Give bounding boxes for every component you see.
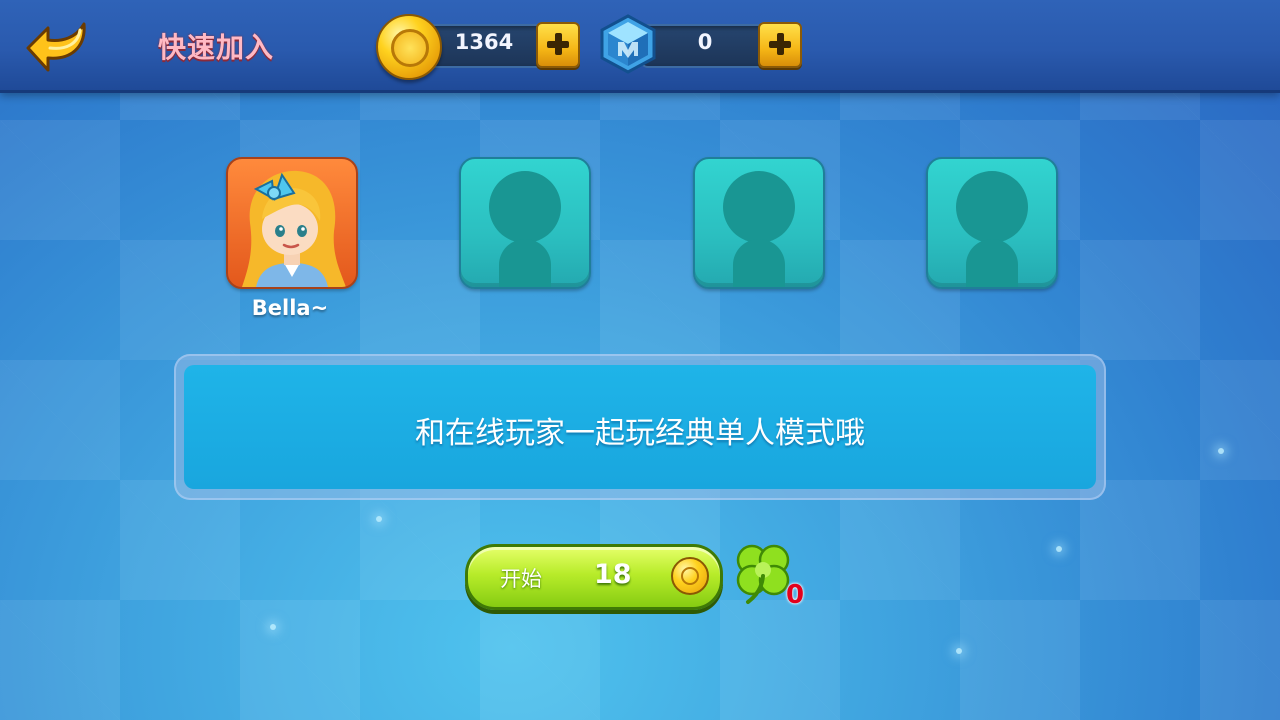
- user-silhouette-icon: [489, 171, 561, 243]
- page-title: 快速加入: [158, 31, 275, 64]
- add-gems-button[interactable]: [758, 22, 802, 68]
- player-avatar-slot[interactable]: [226, 157, 358, 289]
- back-arrow-icon: [26, 22, 86, 72]
- user-silhouette-body: [733, 239, 785, 287]
- mode-info-panel: 和在线玩家一起玩经典单人模式哦: [174, 354, 1106, 500]
- player-name: Bella~: [251, 296, 329, 320]
- back-button[interactable]: [26, 18, 92, 74]
- gold-coin-icon: [671, 557, 709, 595]
- mode-info-inner: 和在线玩家一起玩经典单人模式哦: [184, 365, 1096, 489]
- empty-player-slot[interactable]: [926, 157, 1058, 289]
- avatar: [242, 170, 346, 287]
- start-button[interactable]: 开始 18: [465, 544, 723, 610]
- empty-player-slot[interactable]: [459, 157, 591, 289]
- top-bar: 快速加入 1364 0: [0, 0, 1280, 93]
- user-silhouette-icon: [723, 171, 795, 243]
- gem-balance: 0: [697, 30, 713, 54]
- sparkle: [1218, 448, 1224, 454]
- empty-player-slot[interactable]: [693, 157, 825, 289]
- sparkle: [376, 516, 382, 522]
- user-silhouette-body: [499, 239, 551, 287]
- user-silhouette-icon: [956, 171, 1028, 243]
- add-coins-button[interactable]: [536, 22, 580, 68]
- blue-gem-icon: [600, 14, 656, 74]
- coin-balance: 1364: [454, 30, 514, 54]
- mode-description: 和在线玩家一起玩经典单人模式哦: [415, 416, 865, 451]
- start-button-label: 开始: [500, 567, 542, 591]
- sparkle: [956, 648, 962, 654]
- clover-count: 0: [786, 580, 805, 610]
- user-silhouette-body: [966, 239, 1018, 287]
- gold-coin-icon: [376, 14, 442, 80]
- sparkle: [1056, 546, 1062, 552]
- sparkle: [270, 624, 276, 630]
- start-cost: 18: [594, 559, 632, 590]
